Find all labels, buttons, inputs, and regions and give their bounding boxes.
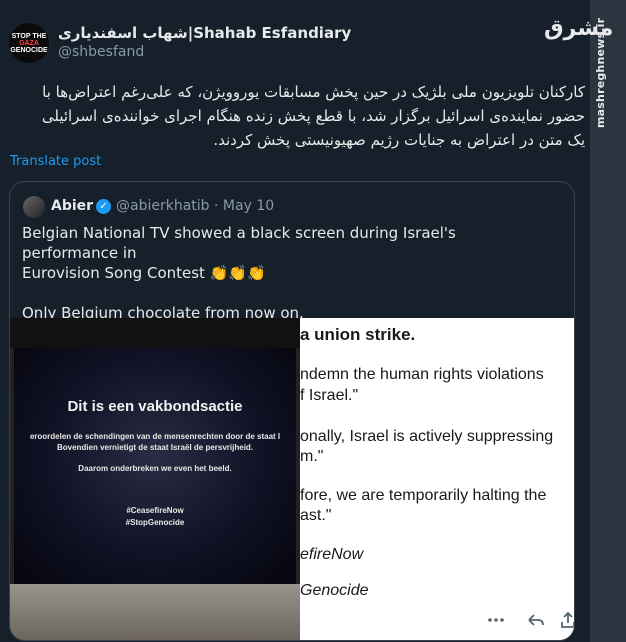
tv-line: Bovendien vernietigt de staat Israël de … <box>56 443 254 452</box>
quote-text-gap <box>22 283 552 303</box>
tweet-text: کارکنان تلویزیون ملی بلژیک در حین پخش مس… <box>41 83 585 149</box>
quote-text-line: Eurovision Song Contest 👏👏👏 <box>22 264 266 282</box>
tv-hashtag: #StopGenocide <box>125 518 185 527</box>
doc-line: fore, we are temporarily halting the <box>300 487 547 504</box>
quote-text: Belgian National TV showed a black scree… <box>22 223 552 323</box>
photo-ceiling <box>10 318 300 348</box>
tv-hashtag: #CeasefireNow <box>126 506 184 515</box>
doc-line: Genocide <box>300 582 369 599</box>
author-handle[interactable]: @shbesfand <box>58 44 144 60</box>
tv-line: eroordelen de schendingen van de mensenr… <box>29 432 281 441</box>
doc-line: ast." <box>300 507 332 524</box>
quote-media[interactable]: Dit is een vakbondsactie eroordelen de s… <box>10 318 574 640</box>
share-icon[interactable] <box>556 608 574 632</box>
translate-post-link[interactable]: Translate post <box>10 154 101 169</box>
tv-screen-photo[interactable]: Dit is een vakbondsactie eroordelen de s… <box>10 318 300 640</box>
doc-line: ndemn the human rights violations <box>300 366 544 383</box>
quote-actions <box>440 604 574 640</box>
reply-icon[interactable] <box>524 608 548 632</box>
quote-handle[interactable]: @abierkhatib <box>116 198 210 214</box>
quote-avatar[interactable] <box>23 196 45 218</box>
doc-line: efireNow <box>300 546 364 563</box>
avatar-text-1: STOP THE <box>11 32 47 40</box>
author-avatar[interactable]: STOP THE GAZA GENOCIDE <box>9 23 49 63</box>
more-icon[interactable] <box>484 608 508 632</box>
quote-author-name[interactable]: Abier <box>51 198 93 214</box>
author-name[interactable]: شهاب اسفندیاری|Shahab Esfandiary <box>58 24 351 42</box>
quote-text-line: Belgian National TV showed a black scree… <box>22 224 456 262</box>
quote-date[interactable]: May 10 <box>223 198 274 214</box>
doc-line: f Israel." <box>300 387 359 404</box>
quoted-tweet[interactable]: Abier ✓ @abierkhatib · May 10 Belgian Na… <box>9 181 575 641</box>
tv-line: Daarom onderbreken we even het beeld. <box>78 464 232 473</box>
quote-meta: @abierkhatib · May 10 <box>116 198 274 214</box>
avatar-text-2: GAZA <box>19 39 39 47</box>
doc-line: m." <box>300 448 324 465</box>
mashregh-logo: مشرق <box>544 16 614 41</box>
doc-line: a union strike. <box>300 325 416 344</box>
avatar-text-3: GENOCIDE <box>10 46 48 54</box>
quote-separator: · <box>214 198 219 214</box>
doc-line: onally, Israel is actively suppressing <box>300 428 554 445</box>
document-image[interactable]: a union strike. ndemn the human rights v… <box>300 318 574 640</box>
tv-headline: Dit is een vakbondsactie <box>67 398 243 415</box>
photo-floor <box>10 584 300 640</box>
verified-badge-icon: ✓ <box>96 199 111 214</box>
watermark-site: mashreghnews.ir <box>594 17 607 128</box>
